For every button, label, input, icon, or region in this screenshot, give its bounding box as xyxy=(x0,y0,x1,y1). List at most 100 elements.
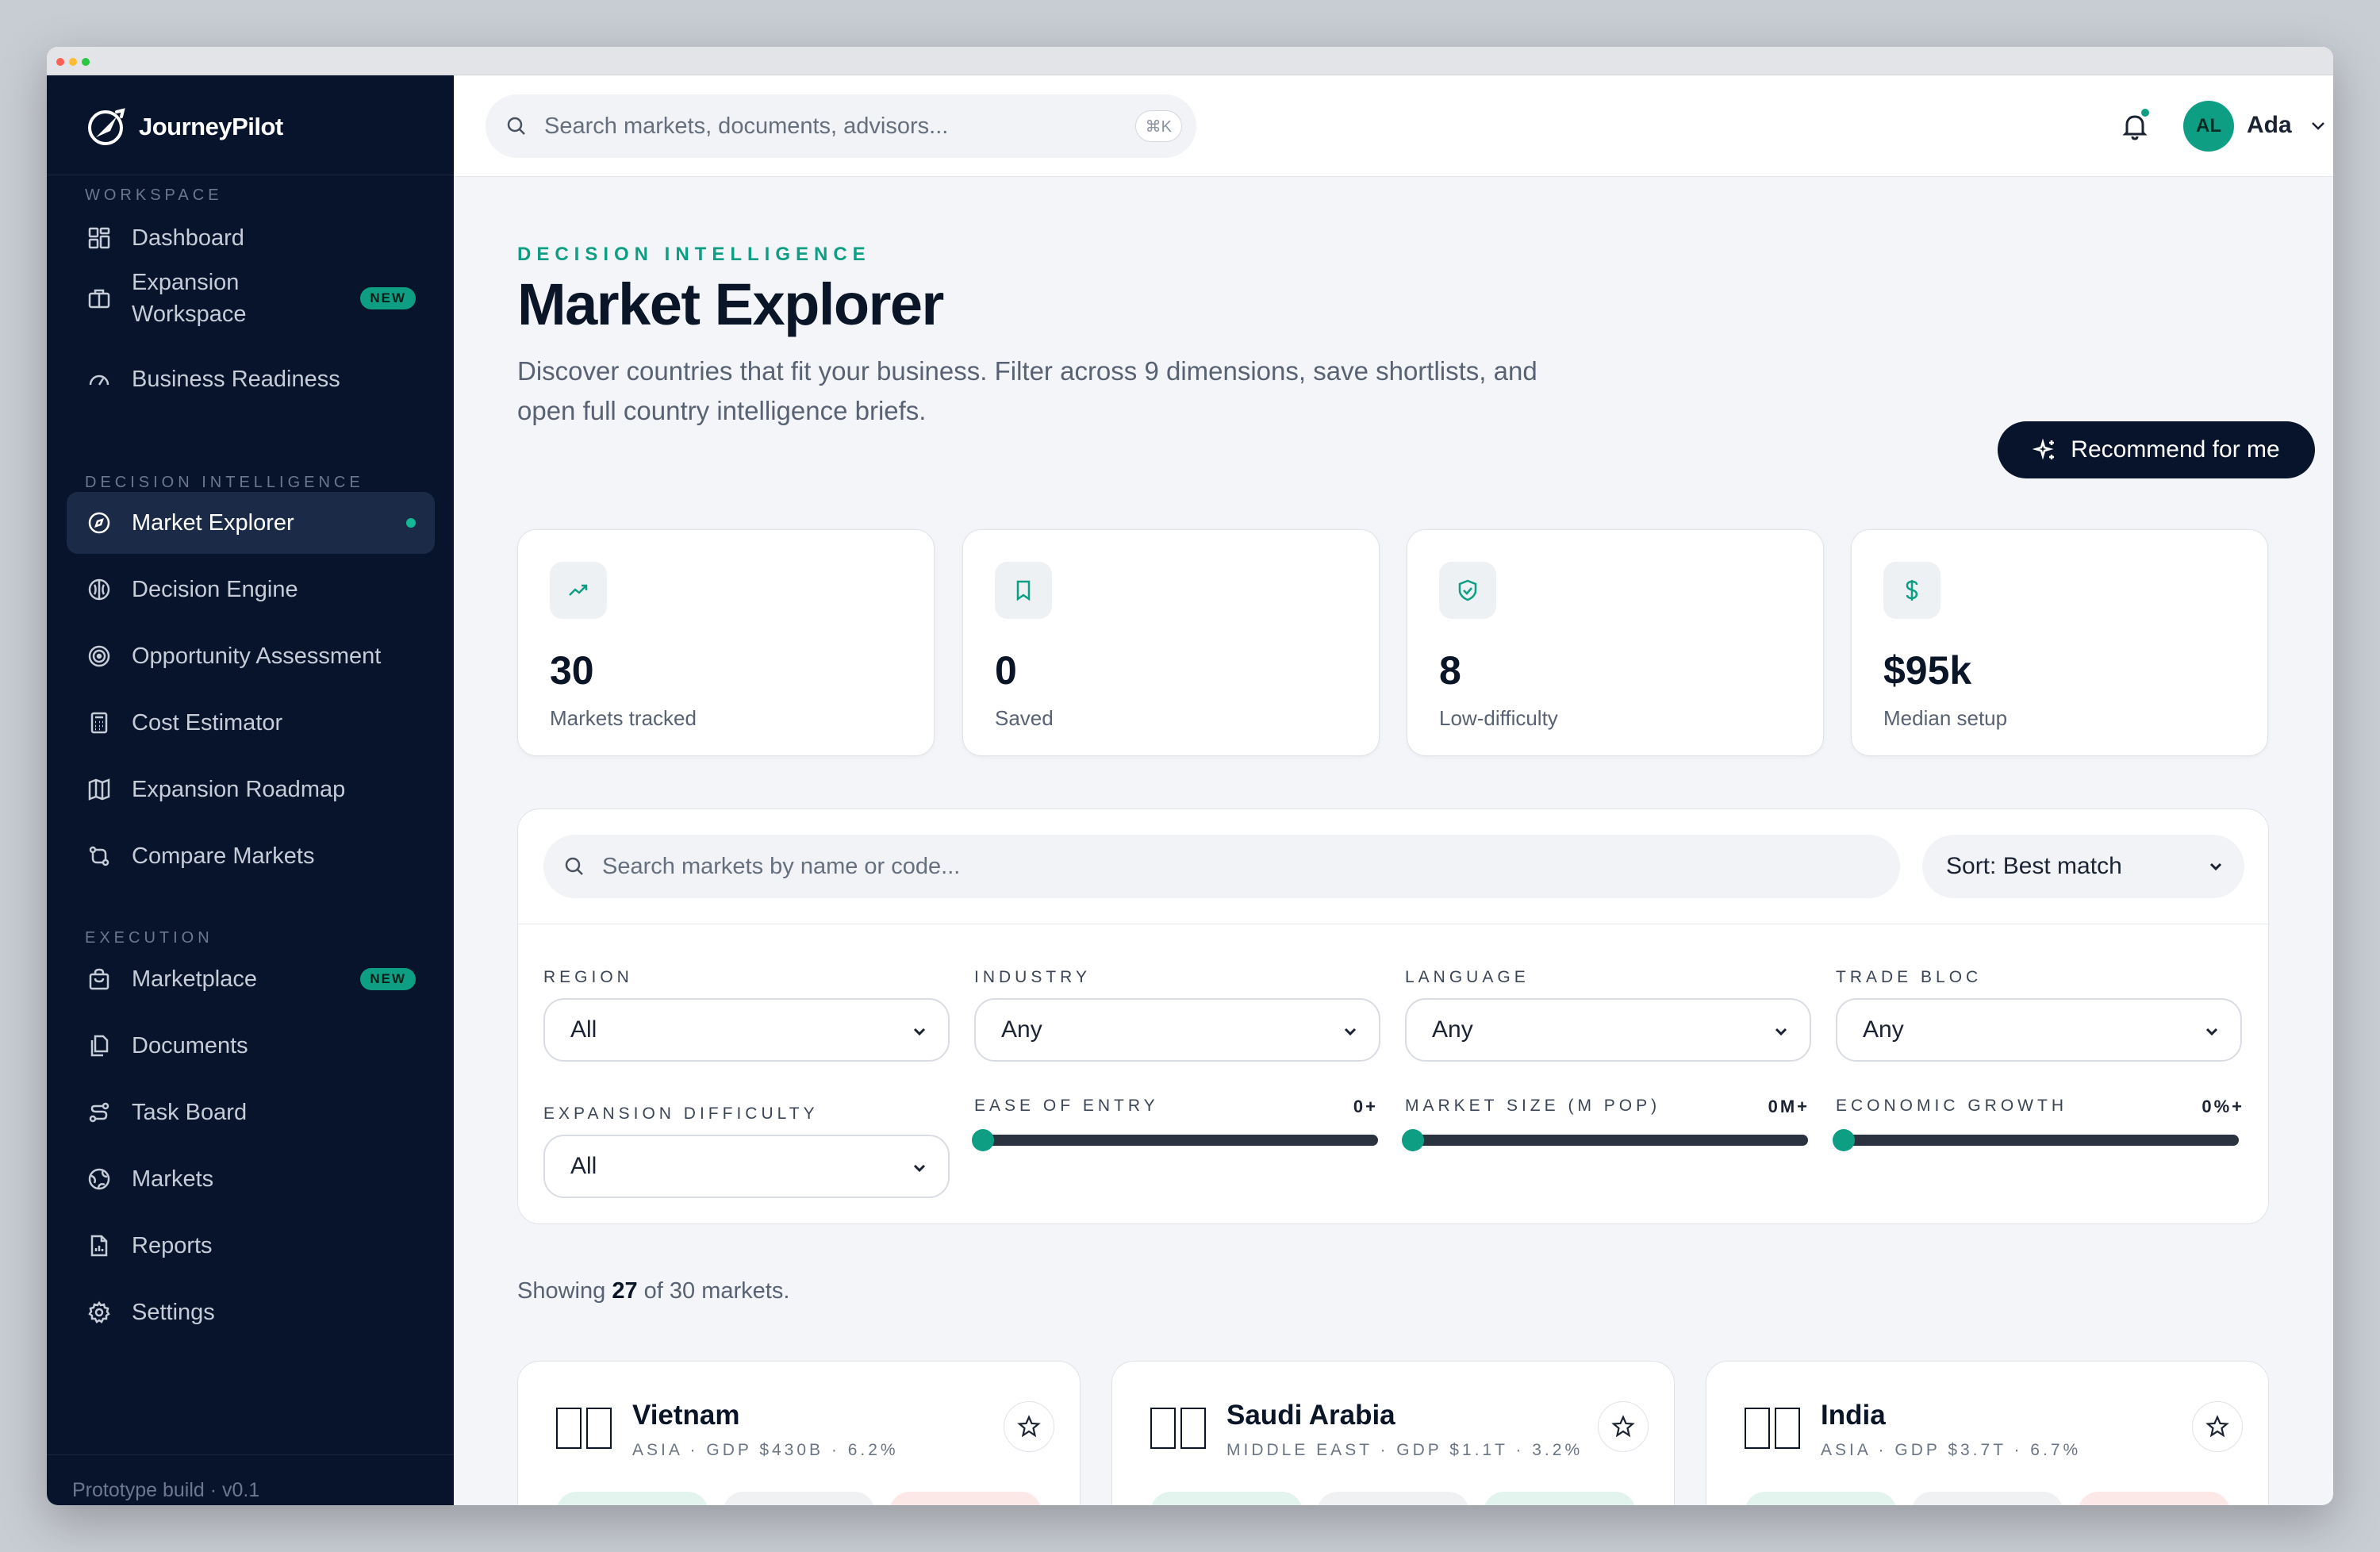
flag-icon xyxy=(556,1408,612,1449)
trade-bloc-label: TRADE BLOC xyxy=(1836,968,1983,986)
calculator-icon xyxy=(86,709,113,736)
growth-slider-thumb[interactable] xyxy=(1833,1129,1855,1151)
page-eyebrow: DECISION INTELLIGENCE xyxy=(517,244,871,265)
workflow-icon xyxy=(86,1099,113,1126)
sidebar-item-settings[interactable]: Settings xyxy=(67,1281,435,1343)
sidebar-item-marketplace[interactable]: Marketplace NEW xyxy=(67,948,435,1010)
shopping-bag-icon xyxy=(86,966,113,993)
region-select[interactable]: All xyxy=(543,998,950,1062)
grid-icon xyxy=(86,225,113,252)
brand-logo[interactable]: JourneyPilot xyxy=(85,104,283,150)
growth-slider[interactable] xyxy=(1836,1135,2239,1146)
sidebar-item-label: Reports xyxy=(132,1233,213,1258)
market-size-value: 0M+ xyxy=(1768,1097,1810,1116)
gear-icon xyxy=(86,1299,113,1326)
map-icon xyxy=(86,776,113,803)
sidebar-item-label: Marketplace xyxy=(132,966,257,992)
sidebar-item-label: Settings xyxy=(132,1300,215,1325)
sidebar-item-label: Markets xyxy=(132,1166,214,1192)
flag-icon xyxy=(1745,1408,1800,1449)
target-icon xyxy=(86,643,113,670)
search-icon xyxy=(565,857,583,875)
stat-value: 8 xyxy=(1439,648,1461,693)
build-version: Prototype build · v0.1 xyxy=(72,1479,260,1501)
new-badge: NEW xyxy=(360,968,416,990)
flag-icon xyxy=(1150,1408,1206,1449)
maximize-window-dot[interactable] xyxy=(82,58,90,66)
stat-value: 0 xyxy=(995,648,1017,693)
market-size-slider[interactable] xyxy=(1405,1135,1808,1146)
sidebar-item-decision-engine[interactable]: Decision Engine xyxy=(67,559,435,620)
market-name: India xyxy=(1821,1400,1886,1431)
sidebar-item-label: Dashboard xyxy=(132,225,244,251)
market-name: Saudi Arabia xyxy=(1226,1400,1395,1431)
sort-select[interactable]: Sort: Best match xyxy=(1922,835,2244,898)
stat-label: Median setup xyxy=(1883,706,2008,730)
avatar[interactable]: AL xyxy=(2183,101,2234,152)
close-window-dot[interactable] xyxy=(56,58,64,66)
market-card-saudi-arabia[interactable]: Saudi Arabia MIDDLE EAST · GDP $1.1T · 3… xyxy=(1111,1361,1675,1505)
minimize-window-dot[interactable] xyxy=(69,58,77,66)
trending-up-icon xyxy=(550,562,607,619)
region-value: All xyxy=(570,1016,597,1043)
compass-logo-icon xyxy=(88,108,125,145)
sidebar-item-expansion-roadmap[interactable]: Expansion Roadmap xyxy=(67,759,435,820)
sidebar-item-markets[interactable]: Markets xyxy=(67,1148,435,1210)
brain-icon xyxy=(86,576,113,603)
market-size-slider-thumb[interactable] xyxy=(1402,1129,1424,1151)
new-badge: NEW xyxy=(360,287,416,309)
save-market-button[interactable] xyxy=(1004,1401,1054,1452)
compare-icon xyxy=(86,843,113,870)
save-market-button[interactable] xyxy=(2192,1401,2243,1452)
industry-label: INDUSTRY xyxy=(974,968,1091,986)
chevron-down-icon[interactable] xyxy=(2307,115,2329,137)
sidebar-item-documents[interactable]: Documents xyxy=(67,1015,435,1077)
topbar: Search markets, documents, advisors... ⌘… xyxy=(454,75,2333,177)
market-meta: MIDDLE EAST · GDP $1.1T · 3.2% xyxy=(1226,1441,1583,1459)
market-search-input[interactable]: Search markets by name or code... xyxy=(543,835,1900,898)
market-card-india[interactable]: India ASIA · GDP $3.7T · 6.7% 74 100 71 xyxy=(1706,1361,2269,1505)
market-meta: ASIA · GDP $3.7T · 6.7% xyxy=(1821,1441,2082,1459)
ease-slider-thumb[interactable] xyxy=(972,1129,994,1151)
sidebar-item-opportunity-assessment[interactable]: Opportunity Assessment xyxy=(67,625,435,687)
sidebar-item-business-readiness[interactable]: Business Readiness xyxy=(67,348,435,410)
sidebar-item-expansion-workspace[interactable]: Expansion Workspace NEW xyxy=(67,259,435,337)
sidebar-item-label: Cost Estimator xyxy=(132,710,283,736)
results-suffix: of 30 markets. xyxy=(643,1278,790,1304)
score-badge: 99 xyxy=(723,1492,875,1505)
score-badge: 74 xyxy=(889,1492,1042,1505)
score-badge: 38 xyxy=(1484,1492,1636,1505)
sidebar-item-label: Expansion Workspace xyxy=(132,270,247,327)
language-value: Any xyxy=(1432,1016,1473,1043)
recommend-button[interactable]: Recommend for me xyxy=(1998,421,2315,478)
sidebar-footer: Prototype build · v0.1 xyxy=(47,1454,454,1505)
sidebar-item-cost-estimator[interactable]: Cost Estimator xyxy=(67,692,435,754)
sidebar-item-compare-markets[interactable]: Compare Markets xyxy=(67,825,435,887)
shortcut-hint: ⌘K xyxy=(1134,110,1182,142)
difficulty-select[interactable]: All xyxy=(543,1135,950,1198)
ease-slider[interactable] xyxy=(975,1135,1378,1146)
save-market-button[interactable] xyxy=(1598,1401,1649,1452)
global-search-input[interactable]: Search markets, documents, advisors... ⌘… xyxy=(486,94,1196,158)
sidebar-item-task-board[interactable]: Task Board xyxy=(67,1081,435,1143)
sidebar-item-reports[interactable]: Reports xyxy=(67,1215,435,1277)
language-select[interactable]: Any xyxy=(1405,998,1811,1062)
globe-icon xyxy=(86,1166,113,1193)
score-badge: 71 xyxy=(2078,1492,2230,1505)
stat-card-saved: 0 Saved xyxy=(962,529,1380,756)
report-icon xyxy=(86,1232,113,1259)
user-name[interactable]: Ada xyxy=(2247,112,2292,139)
sidebar-item-label: Expansion Roadmap xyxy=(132,777,346,802)
market-card-vietnam[interactable]: Vietnam ASIA · GDP $430B · 6.2% 86 99 74 xyxy=(517,1361,1081,1505)
global-search-placeholder: Search markets, documents, advisors... xyxy=(544,113,949,139)
sidebar-item-market-explorer[interactable]: Market Explorer xyxy=(67,492,435,554)
market-meta: ASIA · GDP $430B · 6.2% xyxy=(632,1441,899,1459)
trade-bloc-select[interactable]: Any xyxy=(1836,998,2242,1062)
main-content: DECISION INTELLIGENCE Market Explorer Di… xyxy=(454,177,2333,1505)
industry-select[interactable]: Any xyxy=(974,998,1380,1062)
chevron-down-icon xyxy=(913,1028,926,1036)
search-icon xyxy=(507,117,525,135)
active-indicator-dot xyxy=(406,518,416,528)
window-titlebar xyxy=(47,47,2333,75)
star-icon xyxy=(1611,1415,1635,1438)
